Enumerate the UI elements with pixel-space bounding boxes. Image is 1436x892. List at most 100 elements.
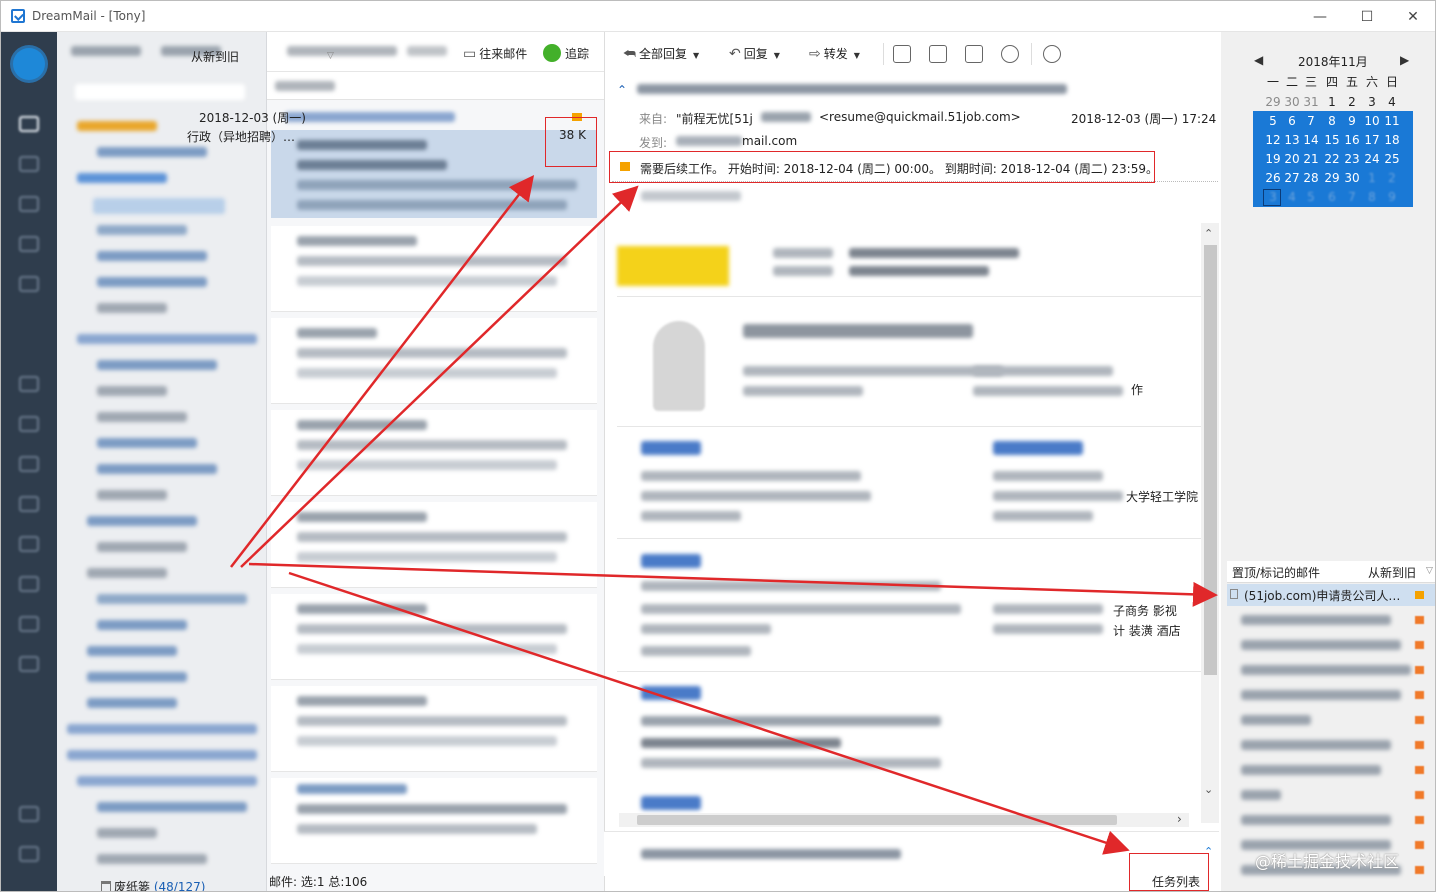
notes-icon[interactable] <box>19 376 39 392</box>
calendar-day[interactable]: 1 <box>1322 95 1342 109</box>
flag-icon[interactable] <box>1415 691 1424 699</box>
from-name[interactable]: "前程无忧[51j <box>676 110 753 127</box>
maximize-button[interactable]: ☐ <box>1352 7 1382 27</box>
calendar-day[interactable]: 15 <box>1322 133 1342 147</box>
calendar-day[interactable]: 24 <box>1362 152 1382 166</box>
edit-icon[interactable] <box>19 496 39 512</box>
calendar-day[interactable]: 9 <box>1342 114 1362 128</box>
calendar-day[interactable]: 20 <box>1282 152 1302 166</box>
calendar-day[interactable]: 21 <box>1301 152 1321 166</box>
reply-button[interactable]: ↶ 回复 ▼ <box>729 45 780 62</box>
folder-trash[interactable]: 废纸篓 (48/127) <box>101 878 205 891</box>
settings-icon[interactable] <box>19 236 39 252</box>
more-icon[interactable] <box>19 846 39 862</box>
document-icon[interactable] <box>19 536 39 552</box>
scroll-right-icon[interactable]: › <box>1177 812 1182 826</box>
gear-icon[interactable] <box>19 656 39 672</box>
close-button[interactable]: ✕ <box>1398 7 1428 27</box>
flag-icon[interactable] <box>1415 716 1424 724</box>
to-address[interactable]: mail.com <box>742 134 797 148</box>
tools-icon[interactable] <box>19 806 39 822</box>
scroll-up-icon[interactable]: ⌃ <box>1204 227 1213 240</box>
list-item[interactable] <box>1241 640 1401 650</box>
calendar-day[interactable]: 8 <box>1362 190 1382 204</box>
flag-icon[interactable] <box>1415 641 1424 649</box>
calendar-day[interactable]: 10 <box>1362 114 1382 128</box>
calendar-day[interactable]: 6 <box>1282 114 1302 128</box>
list-item[interactable] <box>1241 615 1391 625</box>
rss-icon[interactable] <box>19 456 39 472</box>
flag-icon[interactable] <box>1415 666 1424 674</box>
calendar-day[interactable]: 11 <box>1382 114 1402 128</box>
calendar-day[interactable]: 13 <box>1282 133 1302 147</box>
calendar-day[interactable]: 6 <box>1322 190 1342 204</box>
calendar-day[interactable]: 25 <box>1382 152 1402 166</box>
image-icon[interactable] <box>965 45 983 63</box>
more-options-icon[interactable] <box>1043 45 1061 63</box>
flag-icon[interactable] <box>1415 841 1424 849</box>
flag-icon[interactable] <box>1415 616 1424 624</box>
calendar-day[interactable]: 29 <box>1322 171 1342 185</box>
minimize-button[interactable]: — <box>1305 7 1335 27</box>
flag-icon[interactable] <box>1415 816 1424 824</box>
track-button[interactable]: 追踪 <box>543 44 589 62</box>
list-item[interactable] <box>1241 690 1401 700</box>
flag-icon[interactable] <box>1415 766 1424 774</box>
list-item[interactable] <box>1241 715 1311 725</box>
list-item[interactable] <box>1241 765 1381 775</box>
contacts-icon[interactable] <box>19 196 39 212</box>
calendar-icon[interactable] <box>19 156 39 172</box>
cloud-icon[interactable] <box>19 616 39 632</box>
calendar-day[interactable]: 31 <box>1301 95 1321 109</box>
prev-month-icon[interactable]: ◀ <box>1254 53 1263 67</box>
calendar-day[interactable]: 30 <box>1282 95 1302 109</box>
list-item[interactable] <box>1241 665 1411 675</box>
calendar-day[interactable]: 19 <box>1263 152 1283 166</box>
flag-icon[interactable] <box>1415 791 1424 799</box>
flag-icon[interactable] <box>1415 866 1424 874</box>
incoming-mail-button[interactable]: ▭ 往来邮件 <box>463 45 527 62</box>
calendar-day[interactable]: 23 <box>1342 152 1362 166</box>
calendar-day[interactable]: 5 <box>1301 190 1321 204</box>
scroll-down-icon[interactable]: ⌄ <box>1204 783 1213 796</box>
calendar-day[interactable]: 18 <box>1382 133 1402 147</box>
calendar-day[interactable]: 1 <box>1362 171 1382 185</box>
calendar-day[interactable]: 7 <box>1342 190 1362 204</box>
mail-icon[interactable] <box>19 116 39 132</box>
account-avatar[interactable] <box>13 48 45 80</box>
list-item[interactable] <box>1241 790 1281 800</box>
sort-dropdown-icon[interactable]: ▽ <box>327 51 334 61</box>
next-month-icon[interactable]: ▶ <box>1400 53 1409 67</box>
forward-button[interactable]: ⇨ 转发 ▼ <box>809 45 860 62</box>
calendar-day[interactable]: 4 <box>1282 190 1302 204</box>
calendar-day[interactable]: 12 <box>1263 133 1283 147</box>
collapse-header-icon[interactable]: ⌃ <box>617 83 627 97</box>
marked-sort-order[interactable]: 从新到旧 <box>1368 564 1416 581</box>
calendar-day[interactable]: 9 <box>1382 190 1402 204</box>
zoom-icon[interactable] <box>1001 45 1019 63</box>
attachment-icon[interactable] <box>19 576 39 592</box>
calendar-day[interactable]: 29 <box>1263 95 1283 109</box>
scrollbar-thumb[interactable] <box>1204 245 1217 675</box>
help-icon[interactable] <box>929 45 947 63</box>
list-item[interactable] <box>1241 740 1391 750</box>
address-book-icon[interactable] <box>19 416 39 432</box>
list-sort-order[interactable]: 从新到旧 <box>191 48 239 65</box>
calendar-day[interactable]: 30 <box>1342 171 1362 185</box>
calendar-day[interactable]: 7 <box>1301 114 1321 128</box>
calendar-day[interactable]: 14 <box>1301 133 1321 147</box>
calendar-day[interactable]: 28 <box>1301 171 1321 185</box>
from-email[interactable]: <resume@quickmail.51job.com> <box>819 110 1021 124</box>
calendar-day[interactable]: 3 <box>1362 95 1382 109</box>
calendar-day[interactable]: 16 <box>1342 133 1362 147</box>
calendar-day[interactable]: 8 <box>1322 114 1342 128</box>
calendar-day[interactable]: 5 <box>1263 114 1283 128</box>
calendar-day[interactable]: 2 <box>1342 95 1362 109</box>
calendar-day[interactable]: 26 <box>1263 171 1283 185</box>
calendar-day[interactable]: 17 <box>1362 133 1382 147</box>
reply-all-button[interactable]: ⮪ 全部回复 ▼ <box>623 45 699 62</box>
print-icon[interactable] <box>893 45 911 63</box>
search-icon[interactable] <box>19 276 39 292</box>
calendar-day[interactable]: 4 <box>1382 95 1402 109</box>
flag-icon[interactable] <box>1415 591 1424 599</box>
